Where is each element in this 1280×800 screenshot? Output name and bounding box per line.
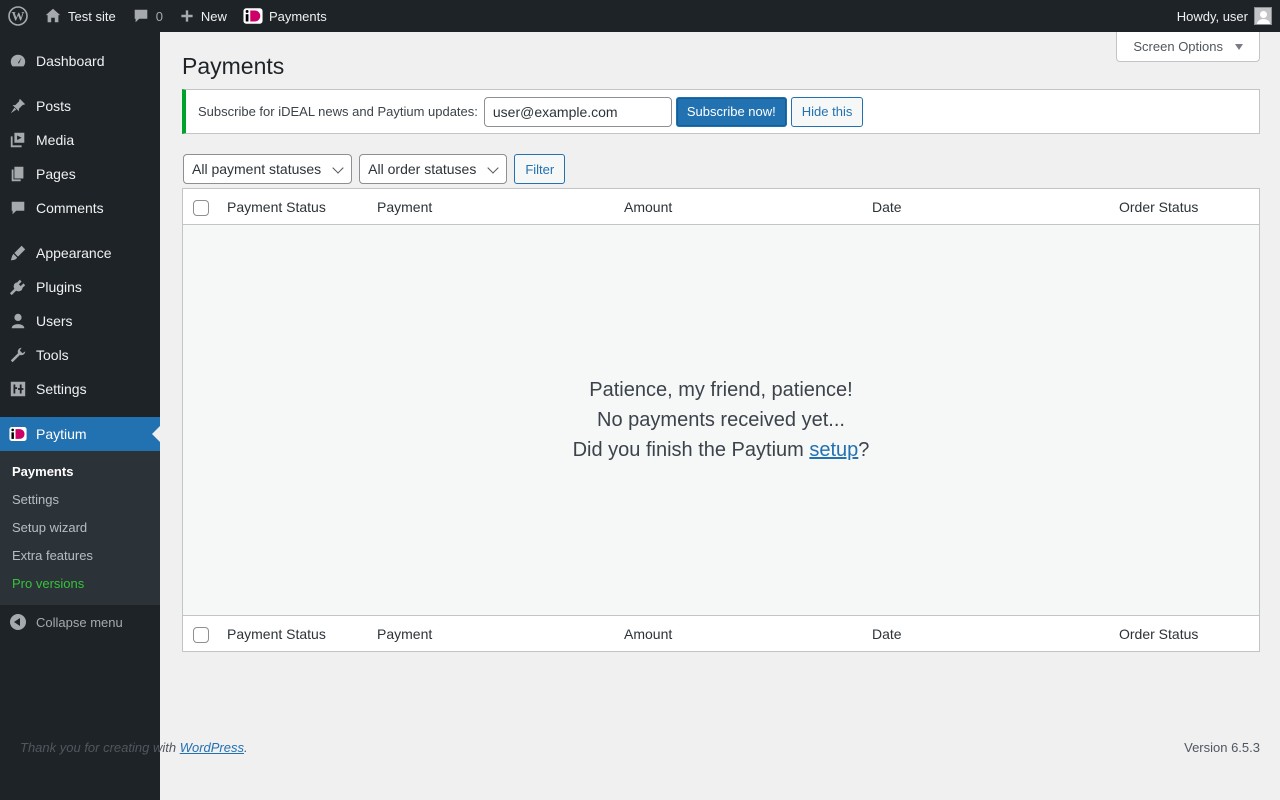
comment-icon [0,199,36,217]
menu-label: Appearance [36,245,112,261]
menu-item-users[interactable]: Users [0,304,160,338]
select-all-checkbox[interactable] [193,200,209,216]
comments-count: 0 [155,8,163,24]
table-header: Payment Status Payment Amount Date Order… [183,189,1259,225]
menu-label: Paytium [36,426,87,442]
wrench-icon [0,346,36,364]
ideal-icon [243,8,263,24]
menu-item-comments[interactable]: Comments [0,191,160,225]
footer-thanks-suffix: . [244,740,248,755]
column-header-date[interactable]: Date [872,199,902,215]
menu-label: Pages [36,166,76,182]
paytium-submenu: Payments Settings Setup wizard Extra fea… [0,451,160,605]
filter-button[interactable]: Filter [514,154,566,184]
submenu-item-extra-features[interactable]: Extra features [12,548,93,563]
select-all-checkbox-footer[interactable] [193,627,209,643]
submenu-item-payments[interactable]: Payments [12,464,73,479]
menu-item-plugins[interactable]: Plugins [0,270,160,304]
hide-notice-button[interactable]: Hide this [790,96,864,127]
my-account[interactable]: Howdy, user [1177,0,1280,32]
wordpress-logo-icon[interactable]: W [0,0,36,32]
order-status-select[interactable]: All order statuses [359,154,508,184]
empty-message-suffix: ? [858,439,870,461]
column-header-amount[interactable]: Amount [624,199,672,215]
version-text: Version 6.5.3 [1184,740,1260,755]
main-content: Screen Options Payments Subscribe for iD… [160,32,1280,800]
brush-icon [0,244,36,262]
column-footer-date[interactable]: Date [872,626,902,642]
collapse-arrow-icon [10,614,26,630]
subscribe-notice: Subscribe for iDEAL news and Paytium upd… [182,89,1260,134]
submenu-item-pro-versions[interactable]: Pro versions [12,576,84,591]
plus-icon [181,10,193,22]
empty-message-line-2: No payments received yet... [597,409,845,431]
column-header-order-status[interactable]: Order Status [1119,199,1198,215]
site-name-link[interactable]: Test site [36,0,124,32]
column-footer-order-status[interactable]: Order Status [1119,626,1198,642]
column-footer-amount[interactable]: Amount [624,626,672,642]
howdy-text: Howdy, user [1176,8,1248,24]
menu-label: Media [36,132,75,148]
plug-icon [0,278,36,296]
notice-text: Subscribe for iDEAL news and Paytium upd… [198,104,478,119]
menu-label: Plugins [36,279,82,295]
column-header-payment-status[interactable]: Payment Status [227,199,326,215]
page-title: Payments [182,53,285,79]
filter-bar: All payment statuses All order statuses … [183,154,566,184]
pages-icon [0,165,36,183]
settings-icon [0,380,36,398]
dashboard-icon [0,52,36,70]
new-content-link[interactable]: New [171,0,235,32]
screen-options-button[interactable]: Screen Options [1116,32,1260,62]
menu-item-appearance[interactable]: Appearance [0,236,160,270]
submenu-item-setup-wizard[interactable]: Setup wizard [12,520,87,535]
menu-item-media[interactable]: Media [0,123,160,157]
menu-label: Dashboard [36,53,105,69]
menu-item-tools[interactable]: Tools [0,338,160,372]
site-name: Test site [68,8,116,24]
menu-label: Settings [36,381,87,397]
svg-text:W: W [12,9,25,24]
comment-icon [134,9,147,23]
ideal-icon [0,426,36,442]
table-footer: Payment Status Payment Amount Date Order… [183,615,1259,651]
footer-thanks-text: Thank you for creating with [20,740,180,755]
subscribe-button[interactable]: Subscribe now! [675,96,787,127]
footer-thanks: Thank you for creating with WordPress. [20,740,248,755]
payments-link[interactable]: Payments [235,0,335,32]
menu-item-pages[interactable]: Pages [0,157,160,191]
submenu-item-settings[interactable]: Settings [12,492,59,507]
email-field[interactable] [483,96,672,127]
payment-status-select[interactable]: All payment statuses [183,154,353,184]
menu-item-paytium[interactable]: Paytium [0,417,160,451]
admin-bar: W Test site 0 New Payments Howdy, user [0,0,1280,32]
collapse-label: Collapse menu [36,614,123,630]
empty-message-line-1: Patience, my friend, patience! [589,379,853,401]
home-icon [45,8,61,23]
collapse-menu-button[interactable]: Collapse menu [0,605,160,639]
menu-item-dashboard[interactable]: Dashboard [0,44,160,78]
menu-item-posts[interactable]: Posts [0,89,160,123]
column-footer-payment[interactable]: Payment [377,626,432,642]
comments-link[interactable]: 0 [124,0,171,32]
payments-table: Payment Status Payment Amount Date Order… [182,188,1260,652]
avatar [1254,7,1272,25]
menu-label: Posts [36,98,72,114]
wordpress-link[interactable]: WordPress [180,740,244,755]
menu-label: Users [36,313,73,329]
menu-label: Comments [36,200,104,216]
column-header-payment[interactable]: Payment [377,199,432,215]
admin-menu: Dashboard Posts Media Pages Comments App… [0,32,160,800]
user-icon [0,312,36,330]
new-label: New [200,8,227,24]
empty-message-line-3: Did you finish the Paytium setup? [183,439,1259,462]
column-footer-payment-status[interactable]: Payment Status [227,626,326,642]
pin-icon [0,97,36,115]
menu-label: Tools [36,347,69,363]
empty-message-text: Did you finish the Paytium [572,439,810,461]
media-icon [0,131,36,149]
menu-item-settings[interactable]: Settings [0,372,160,406]
setup-link[interactable]: setup [809,439,858,461]
payments-label: Payments [268,8,327,24]
